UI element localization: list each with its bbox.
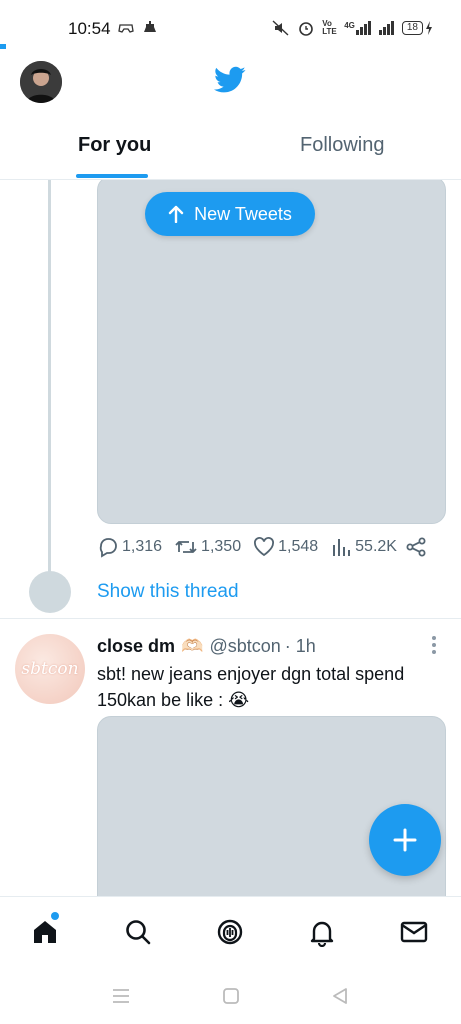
author-name[interactable]: close dm bbox=[97, 636, 175, 657]
reply-button[interactable]: 1,316 bbox=[97, 536, 162, 558]
views-button[interactable]: 55.2K bbox=[330, 536, 397, 558]
home-unread-dot bbox=[51, 912, 59, 920]
bottom-navigation bbox=[0, 896, 461, 970]
4g-signal-icon: 4G bbox=[344, 21, 371, 35]
spaces-icon bbox=[217, 919, 243, 945]
nav-spaces[interactable] bbox=[213, 915, 247, 949]
name-emoji: 🫶🏻 bbox=[181, 636, 204, 656]
new-tweets-label: New Tweets bbox=[194, 203, 292, 224]
tweet-actions: 1,316 1,350 1,548 55.2K bbox=[97, 536, 427, 558]
retweet-icon bbox=[175, 541, 197, 553]
nav-search[interactable] bbox=[121, 915, 155, 949]
thread-avatar-placeholder bbox=[29, 571, 71, 613]
heart-icon bbox=[254, 537, 275, 557]
new-tweets-button[interactable]: New Tweets bbox=[145, 192, 315, 236]
menu-icon[interactable] bbox=[111, 986, 131, 1006]
top-header: For you Following bbox=[0, 56, 461, 180]
notifications-icon bbox=[310, 921, 334, 947]
tweet-header: close dm 🫶🏻 @sbtcon · 1h bbox=[97, 636, 316, 657]
more-options-icon[interactable] bbox=[431, 635, 437, 655]
avatar-logo-text: sbtcon bbox=[21, 659, 79, 679]
notification-icon bbox=[144, 21, 156, 32]
tweet-divider bbox=[0, 618, 461, 619]
views-icon bbox=[333, 539, 351, 556]
show-thread-link[interactable]: Show this thread bbox=[97, 581, 239, 603]
home-square-icon[interactable] bbox=[221, 986, 241, 1006]
search-icon bbox=[126, 920, 151, 945]
tweet-author-avatar[interactable]: sbtcon bbox=[15, 634, 85, 704]
tweet-time: · 1h bbox=[284, 636, 316, 656]
battery-icon: 18 bbox=[401, 21, 433, 35]
home-icon bbox=[34, 921, 56, 943]
tab-for-you[interactable]: For you bbox=[78, 134, 151, 157]
retweet-button[interactable]: 1,350 bbox=[174, 536, 241, 558]
progress-indicator bbox=[0, 44, 6, 49]
volte-icon: Vo LTE bbox=[322, 19, 337, 36]
profile-avatar[interactable] bbox=[20, 61, 62, 103]
timeline-feed[interactable]: New Tweets 1,316 1,350 1,548 55.2K Show … bbox=[0, 180, 461, 896]
tab-following[interactable]: Following bbox=[300, 134, 384, 157]
status-time: 10:54 bbox=[68, 19, 111, 38]
arrow-up-icon bbox=[168, 205, 184, 223]
tweet-text: sbt! new jeans enjoyer dgn total spend 1… bbox=[97, 664, 405, 710]
alarm-icon bbox=[299, 22, 314, 36]
thread-line bbox=[48, 180, 51, 572]
messages-icon bbox=[400, 921, 428, 943]
twitter-bird-icon bbox=[214, 66, 246, 93]
back-icon[interactable] bbox=[330, 986, 350, 1006]
like-count: 1,548 bbox=[278, 538, 319, 555]
nav-messages[interactable] bbox=[397, 915, 431, 949]
compose-tweet-button[interactable] bbox=[369, 804, 441, 876]
like-button[interactable]: 1,548 bbox=[253, 536, 318, 558]
reply-icon bbox=[99, 538, 117, 558]
nav-notifications[interactable] bbox=[305, 915, 339, 949]
signal-icon bbox=[378, 21, 394, 35]
system-navigation-bar bbox=[0, 970, 461, 1024]
author-handle[interactable]: @sbtcon bbox=[209, 636, 280, 657]
view-count: 55.2K bbox=[355, 538, 397, 555]
plus-icon bbox=[393, 828, 417, 852]
retweet-count: 1,350 bbox=[201, 538, 242, 555]
share-icon[interactable] bbox=[405, 536, 427, 558]
mute-icon bbox=[272, 20, 289, 36]
reply-count: 1,316 bbox=[122, 538, 163, 555]
active-tab-indicator bbox=[76, 174, 148, 178]
status-bar: 10:54 Vo LTE 4G 18 bbox=[0, 0, 461, 56]
nav-home[interactable] bbox=[28, 915, 62, 949]
gamepad-icon bbox=[118, 24, 134, 33]
